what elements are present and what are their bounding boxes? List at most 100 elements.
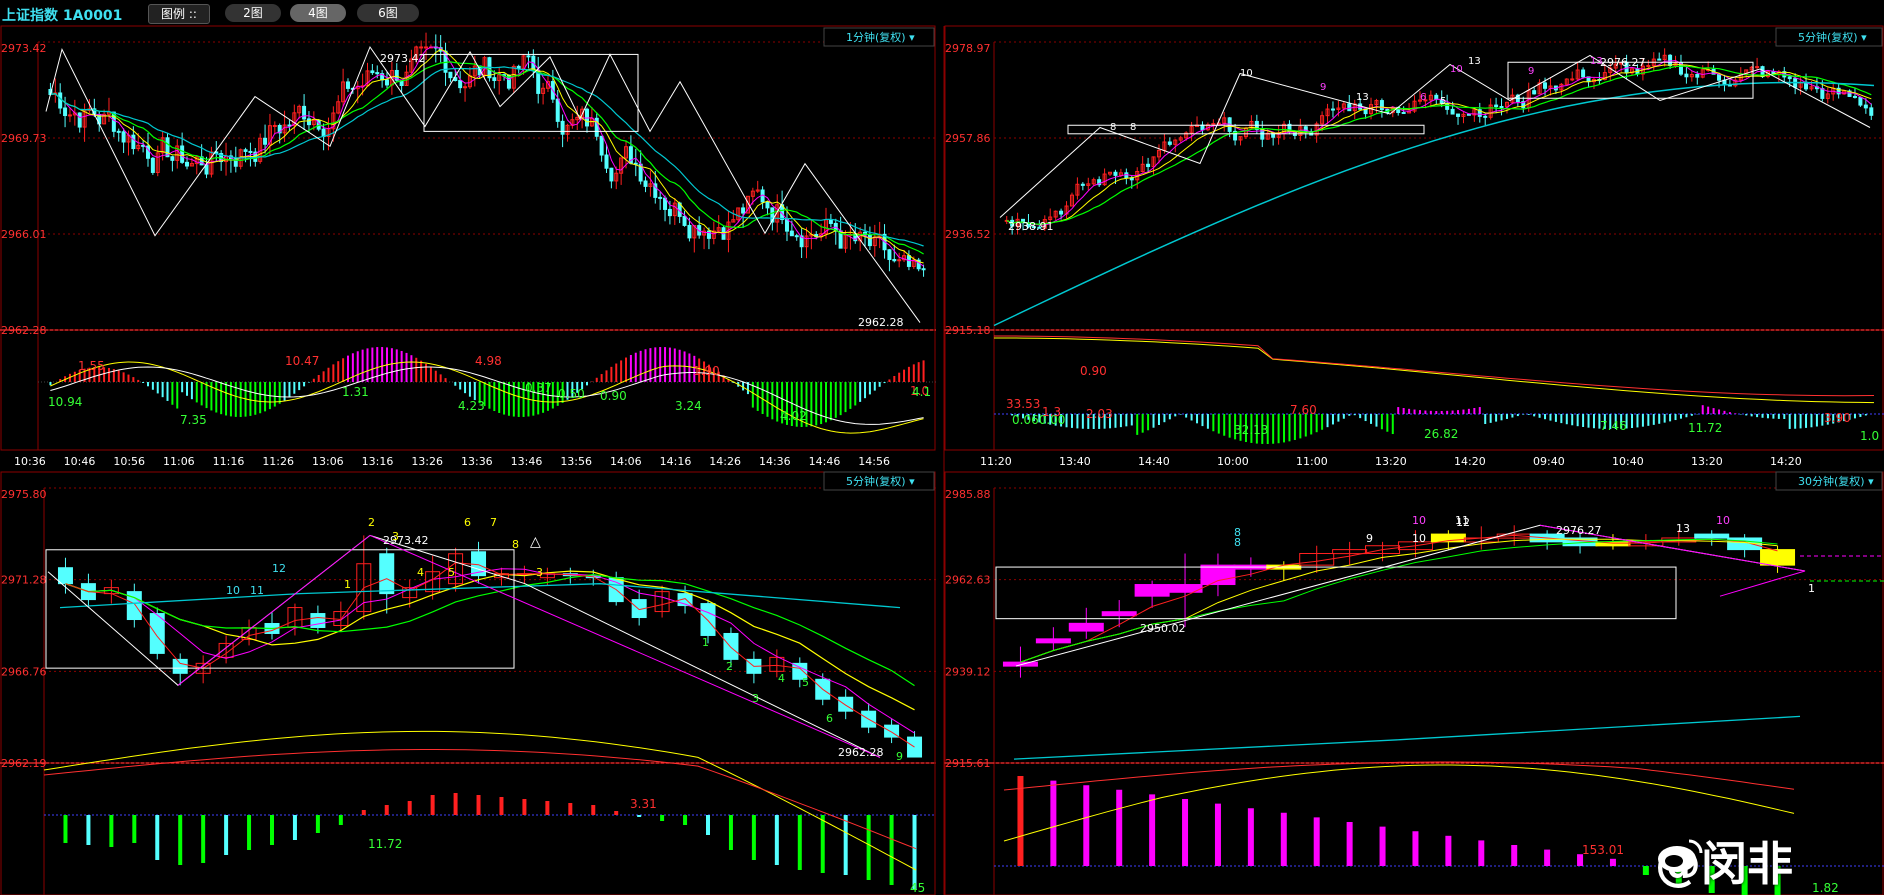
ma-line: [65, 562, 915, 748]
candle-1min: [682, 215, 687, 226]
candle-1min: [892, 259, 897, 262]
td-count-label: 9: [1366, 532, 1373, 545]
time-tick-label: 13:20: [1375, 455, 1407, 468]
time-tick-label: 13:56: [560, 455, 592, 468]
high-price-label: 2976.27: [1556, 524, 1602, 537]
candle-1min: [243, 149, 248, 152]
macd-value-label: 10.94: [48, 395, 82, 409]
candle-5min: [1466, 113, 1471, 116]
td-count-label: 10: [1412, 514, 1426, 527]
candle-1min: [463, 86, 468, 89]
td-count-label: 10: [1450, 64, 1463, 75]
macd-value-label: 45: [910, 881, 925, 895]
candle-1min: [121, 131, 126, 143]
candle-5min: [1499, 106, 1504, 109]
macd-value-label: 0.50: [558, 387, 585, 401]
td-count-label: 3: [752, 692, 759, 705]
ma-line: [1006, 63, 1872, 225]
macd-value-label: 1.0: [1860, 429, 1879, 443]
time-tick-label: 10:56: [113, 455, 145, 468]
low-price-label: 2950.02: [1140, 622, 1186, 635]
price-tick-label: 2973.42: [1, 42, 47, 55]
candle-5min: [1379, 100, 1384, 110]
candle-30min: [1694, 533, 1730, 539]
macd-value-label: 7.46: [1600, 419, 1627, 433]
price-tick-label: 2966.01: [1, 228, 47, 241]
time-tick-label: 11:26: [262, 455, 294, 468]
price-tick-label: 2939.12: [945, 665, 991, 678]
candle-1min: [272, 124, 277, 127]
candle-5min: [1167, 141, 1172, 145]
macd-value-label: 7.35: [180, 413, 207, 427]
macd-value-label: 1.82: [1812, 881, 1839, 895]
td-count-label: 5: [1440, 96, 1446, 107]
candle-30min: [1002, 661, 1038, 667]
td-count-label: 12: [1456, 516, 1470, 529]
candle-5min: [1080, 183, 1085, 186]
td-count-label: 9: [1320, 82, 1326, 93]
td-count-label: 13: [1590, 56, 1603, 67]
time-tick-label: 14:06: [610, 455, 642, 468]
panel-frame-p3: [0, 471, 936, 895]
candle-1min: [887, 249, 892, 261]
td-count-label: 13: [1356, 92, 1369, 103]
period-label: 5分钟(复权) ▾: [1798, 30, 1867, 44]
candle-1min: [492, 77, 497, 81]
dif-line: [994, 337, 1875, 404]
weibo-logo-icon: [1658, 839, 1703, 872]
period-label: 5分钟(复权) ▾: [846, 474, 915, 488]
candle-1min: [419, 46, 424, 49]
time-tick-label: 14:20: [1770, 455, 1802, 468]
candle-5min: [1347, 103, 1352, 112]
candle-1min: [765, 201, 770, 209]
high-price-label: 2973.42: [380, 52, 426, 65]
candle-1min: [741, 207, 746, 214]
td-count-label: 10: [1412, 532, 1426, 545]
candle-1min: [526, 55, 531, 58]
candle-1min: [789, 230, 794, 237]
time-tick-label: 14:16: [660, 455, 692, 468]
td-count-label: 8: [512, 538, 519, 551]
time-tick-label: 10:36: [14, 455, 46, 468]
candle-1min: [599, 135, 604, 156]
macd-value-label: 0.90: [600, 389, 627, 403]
td-count-label: 2: [726, 660, 733, 673]
time-tick-label: 11:06: [163, 455, 195, 468]
ma-line: [1006, 59, 1872, 226]
candle-1min: [287, 124, 292, 127]
weibo-logo-eye: [1665, 855, 1683, 867]
candle-30min: [1167, 584, 1203, 593]
price-tick-label: 2985.88: [945, 488, 991, 501]
time-tick-label: 13:40: [1059, 455, 1091, 468]
candle-5min: [1059, 210, 1064, 215]
candle-5min: [379, 553, 395, 595]
candle-5min: [310, 613, 326, 628]
candle-5min: [1646, 65, 1651, 68]
macd-value-label: 2.03: [1086, 407, 1113, 421]
macd-value-label: 153.01: [1582, 843, 1624, 857]
candle-1min: [248, 150, 253, 153]
ma-line: [1020, 538, 1778, 663]
candle-5min: [1852, 95, 1857, 98]
candle-1min: [560, 120, 565, 135]
four-panel-chart[interactable]: 2973.422969.732966.012962.281分钟(复权) ▾297…: [0, 0, 1884, 895]
candle-1min: [897, 259, 902, 262]
candle-1min: [448, 71, 453, 79]
candle-5min: [1820, 88, 1825, 99]
macd-value-label: 3.90: [1824, 411, 1851, 425]
time-tick-label: 13:46: [511, 455, 543, 468]
low-price-label: 2962.28: [858, 316, 904, 329]
time-tick-label: 14:20: [1454, 455, 1486, 468]
macd-value-label: 26.82: [1424, 427, 1458, 441]
time-tick-label: 14:36: [759, 455, 791, 468]
consolidation-box: [995, 566, 1677, 620]
td-count-label: 2: [368, 516, 375, 529]
time-tick-label: 13:20: [1691, 455, 1723, 468]
td-count-label: 7: [490, 516, 497, 529]
candle-1min: [375, 72, 380, 75]
price-tick-label: 2962.28: [1, 324, 47, 337]
td-count-label: 11: [250, 584, 264, 597]
td-count-label: 5: [448, 566, 455, 579]
time-tick-label: 13:36: [461, 455, 493, 468]
macd-value-label: 4.23: [458, 399, 485, 413]
